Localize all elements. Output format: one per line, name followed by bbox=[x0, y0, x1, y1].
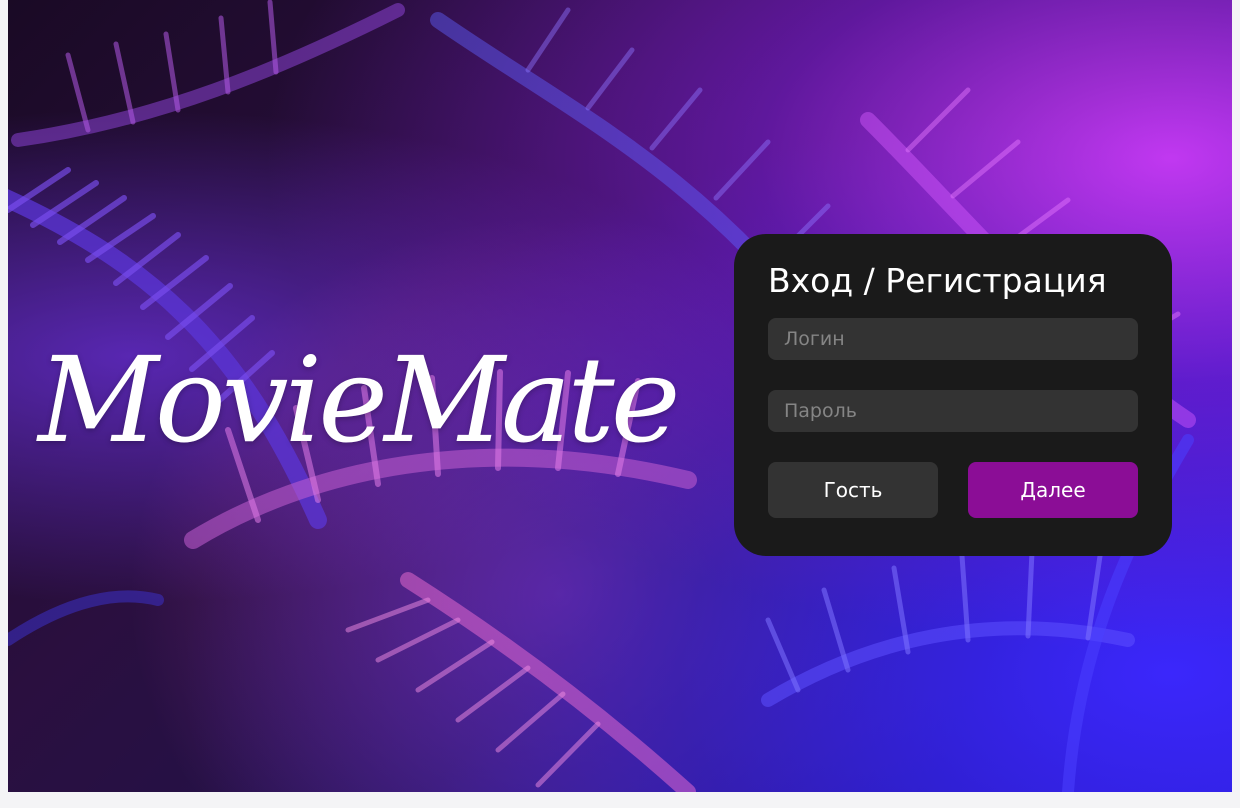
guest-button[interactable]: Гость bbox=[768, 462, 938, 518]
password-input[interactable] bbox=[768, 390, 1138, 432]
next-button[interactable]: Далее bbox=[968, 462, 1138, 518]
auth-card: Вход / Регистрация Гость Далее bbox=[734, 234, 1172, 556]
app-logo: MovieMate bbox=[38, 331, 681, 469]
login-screen: MovieMate Вход / Регистрация Гость Далее bbox=[8, 0, 1232, 792]
login-input[interactable] bbox=[768, 318, 1138, 360]
auth-title: Вход / Регистрация bbox=[768, 261, 1107, 300]
